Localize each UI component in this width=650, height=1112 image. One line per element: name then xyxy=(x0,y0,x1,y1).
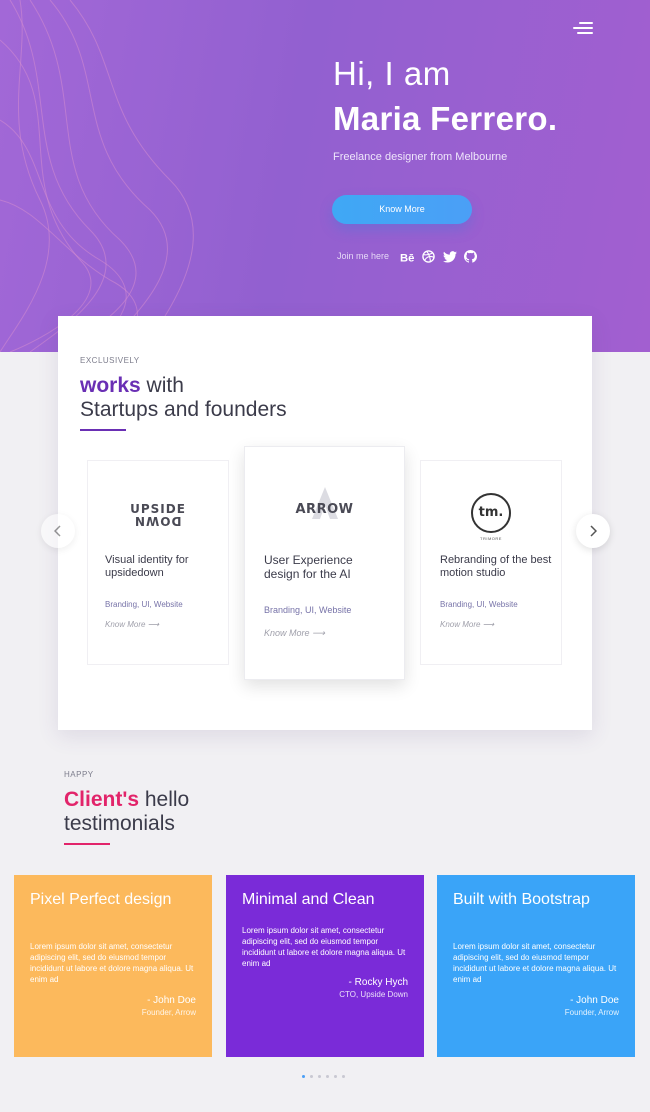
works-title: works with Startups and founders xyxy=(80,374,287,422)
testimonial-card-minimal-clean: Minimal and Clean Lorem ipsum dolor sit … xyxy=(226,875,424,1057)
testimonials-title-underline xyxy=(64,843,110,845)
testimonial-card-pixel-perfect: Pixel Perfect design Lorem ipsum dolor s… xyxy=(14,875,212,1057)
testimonial-card-bootstrap: Built with Bootstrap Lorem ipsum dolor s… xyxy=(437,875,635,1057)
testimonials-eyebrow: HAPPY xyxy=(64,770,94,779)
testimonial-heading: Built with Bootstrap xyxy=(453,891,590,908)
testimonial-body: Lorem ipsum dolor sit amet, consectetur … xyxy=(30,942,194,984)
chevron-right-icon xyxy=(590,525,597,537)
hero-subtitle: Freelance designer from Melbourne xyxy=(333,151,508,163)
social-links: Bē xyxy=(400,249,478,264)
upsidedown-logo-bottom: DOWN xyxy=(134,514,182,528)
svg-text:Bē: Bē xyxy=(400,252,414,262)
project-know-more-link[interactable]: Know More ⟶ xyxy=(264,628,325,639)
arrow-logo: ARROW xyxy=(245,485,404,521)
carousel-dots xyxy=(302,1075,345,1078)
trimore-logo-caption: TRIMORE xyxy=(480,536,502,541)
testimonial-author: - Rocky Hych xyxy=(348,977,408,988)
trimore-logo-mark: tm. xyxy=(471,493,511,533)
carousel-dot[interactable] xyxy=(302,1075,305,1078)
project-know-more-link[interactable]: Know More ⟶ xyxy=(105,620,159,629)
hero-greeting: Hi, I am xyxy=(333,55,451,92)
testimonial-heading: Minimal and Clean xyxy=(242,891,375,908)
trimore-logo: tm. TRIMORE xyxy=(421,493,561,543)
hamburger-menu-icon[interactable] xyxy=(573,20,593,36)
carousel-dot[interactable] xyxy=(326,1075,329,1078)
hair-illustration xyxy=(0,0,194,352)
project-title: Rebranding of the best motion studio xyxy=(440,554,552,579)
carousel-dot[interactable] xyxy=(342,1075,345,1078)
project-tags: Branding, UI, Website xyxy=(440,600,518,609)
testimonials-title-line2: testimonials xyxy=(64,812,175,835)
works-eyebrow: EXCLUSIVELY xyxy=(80,356,140,365)
chevron-left-icon xyxy=(54,525,61,537)
project-tags: Branding, UI, Website xyxy=(105,600,183,609)
works-title-accent: works xyxy=(80,374,141,397)
carousel-dot[interactable] xyxy=(310,1075,313,1078)
project-card-upsidedown[interactable]: UPSIDE DOWN Visual identity for upsidedo… xyxy=(87,460,229,665)
project-card-arrow[interactable]: ARROW User Experience design for the AI … xyxy=(244,446,405,680)
hero-section: Hi, I am Maria Ferrero. Freelance design… xyxy=(0,0,650,352)
carousel-dot[interactable] xyxy=(318,1075,321,1078)
project-tags: Branding, UI, Website xyxy=(264,605,352,615)
testimonial-role: Founder, Arrow xyxy=(141,1008,196,1017)
github-icon[interactable] xyxy=(463,249,478,264)
testimonials-title-accent: Client's xyxy=(64,788,140,811)
testimonials-title: Client's hello testimonials xyxy=(64,788,189,836)
project-know-more-link[interactable]: Know More ⟶ xyxy=(440,620,494,629)
carousel-dot[interactable] xyxy=(334,1075,337,1078)
carousel-prev-button[interactable] xyxy=(41,514,75,548)
works-title-underline xyxy=(80,429,126,431)
testimonial-author: - John Doe xyxy=(147,995,196,1006)
testimonial-heading: Pixel Perfect design xyxy=(30,891,172,908)
works-title-rest: with xyxy=(140,374,184,397)
testimonial-role: Founder, Arrow xyxy=(564,1008,619,1017)
hero-name: Maria Ferrero. xyxy=(333,100,558,137)
know-more-button[interactable]: Know More xyxy=(332,195,472,224)
project-title: User Experience design for the AI xyxy=(264,553,353,581)
join-label: Join me here xyxy=(337,251,390,261)
project-title: Visual identity for upsidedown xyxy=(105,554,189,579)
behance-icon[interactable]: Bē xyxy=(400,249,415,264)
upsidedown-logo: UPSIDE DOWN xyxy=(88,503,228,528)
dribbble-icon[interactable] xyxy=(421,249,436,264)
arrow-logo-text: ARROW xyxy=(295,502,354,517)
carousel-next-button[interactable] xyxy=(576,514,610,548)
works-title-line2: Startups and founders xyxy=(80,398,287,421)
testimonials-title-rest: hello xyxy=(139,788,190,811)
testimonial-role: CTO, Upside Down xyxy=(339,990,408,999)
testimonial-body: Lorem ipsum dolor sit amet, consectetur … xyxy=(242,926,406,968)
twitter-icon[interactable] xyxy=(442,249,457,264)
project-card-trimore[interactable]: tm. TRIMORE Rebranding of the best motio… xyxy=(420,460,562,665)
testimonial-author: - John Doe xyxy=(570,995,619,1006)
testimonial-body: Lorem ipsum dolor sit amet, consectetur … xyxy=(453,942,617,984)
